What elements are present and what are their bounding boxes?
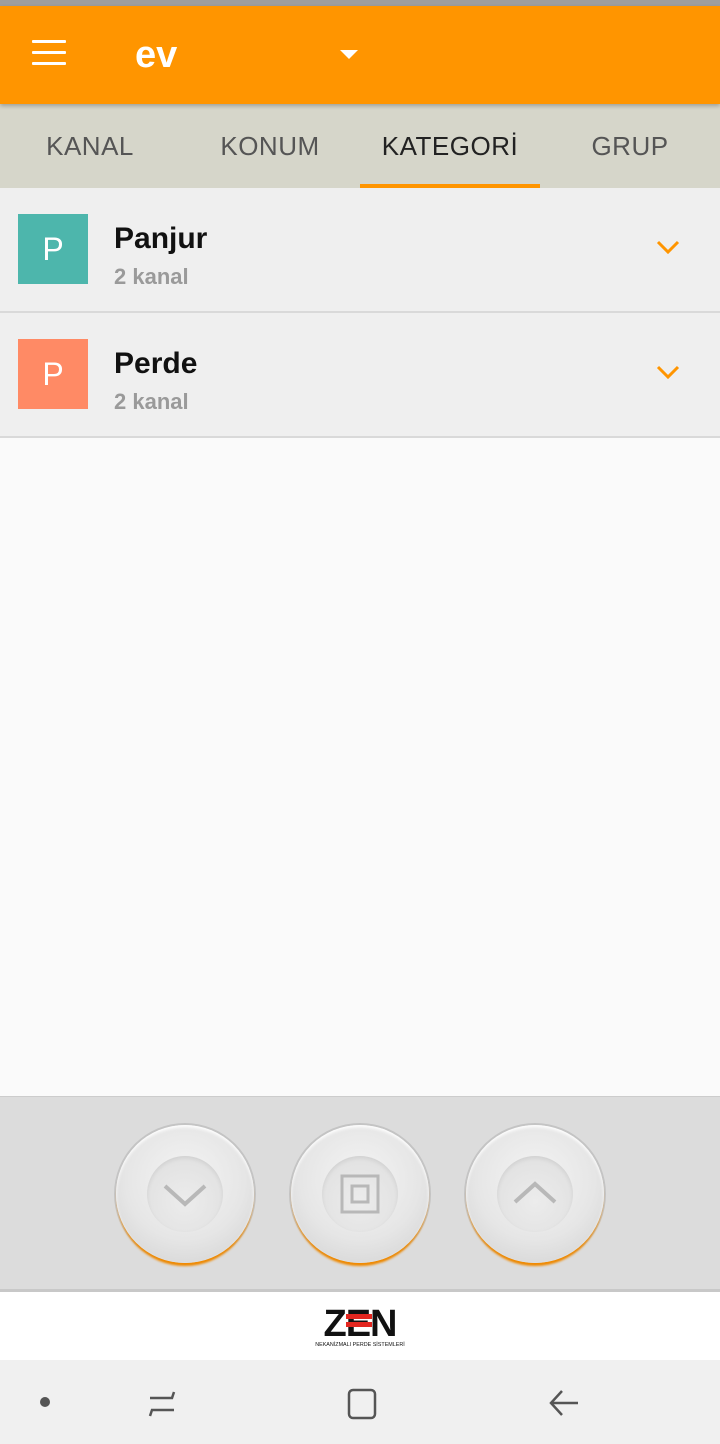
recent-apps-icon[interactable]: [146, 1388, 178, 1420]
chevron-down-icon: [163, 1184, 207, 1207]
chevron-down-icon[interactable]: [656, 240, 680, 254]
back-arrow-icon[interactable]: [548, 1387, 580, 1419]
app-bar: ev: [0, 6, 720, 104]
tab-kategori[interactable]: KATEGORİ: [360, 104, 540, 188]
svg-text:NEKANİZMALI PERDE SİSTEMLERİ: NEKANİZMALI PERDE SİSTEMLERİ: [315, 1341, 405, 1348]
category-title: Panjur: [114, 222, 208, 255]
system-nav-bar: [0, 1360, 720, 1444]
tab-bar: KANAL KONUM KATEGORİ GRUP: [0, 104, 720, 188]
list-item[interactable]: P Panjur 2 kanal: [0, 188, 720, 313]
tab-grup[interactable]: GRUP: [540, 104, 720, 188]
category-subtitle: 2 kanal: [114, 264, 189, 289]
dot-icon[interactable]: [39, 1396, 51, 1408]
zen-logo: ZEN NEKANİZMALI PERDE SİSTEMLERİ: [315, 1304, 405, 1348]
motor-control-panel: [0, 1096, 720, 1292]
list-item[interactable]: P Perde 2 kanal: [0, 313, 720, 438]
chevron-down-icon[interactable]: [656, 365, 680, 379]
avatar: P: [18, 339, 88, 409]
hamburger-menu-icon[interactable]: [32, 40, 66, 66]
tab-kanal[interactable]: KANAL: [0, 104, 180, 188]
category-list: P Panjur 2 kanal P Perde 2 kanal: [0, 188, 720, 438]
up-button[interactable]: [466, 1125, 604, 1263]
brand-footer: ZEN NEKANİZMALI PERDE SİSTEMLERİ: [0, 1292, 720, 1360]
square-stop-icon: [340, 1174, 380, 1214]
category-subtitle: 2 kanal: [114, 389, 189, 414]
triangle-down-icon[interactable]: [340, 50, 358, 59]
home-square-icon[interactable]: [346, 1387, 378, 1421]
avatar: P: [18, 214, 88, 284]
stop-button[interactable]: [291, 1125, 429, 1263]
down-button[interactable]: [116, 1125, 254, 1263]
category-title: Perde: [114, 347, 198, 380]
tab-konum[interactable]: KONUM: [180, 104, 360, 188]
chevron-up-icon: [513, 1181, 557, 1204]
location-title[interactable]: ev: [135, 34, 177, 77]
